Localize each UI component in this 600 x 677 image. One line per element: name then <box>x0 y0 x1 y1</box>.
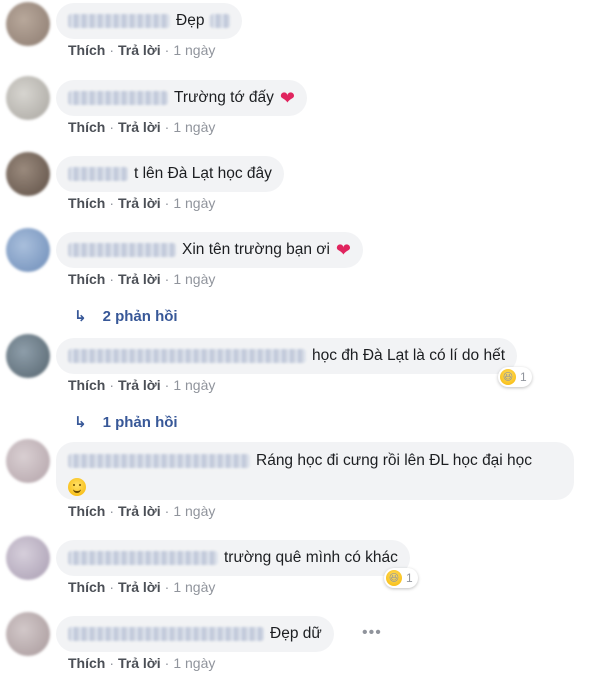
blurred-author-name[interactable] <box>68 243 176 257</box>
comment-bubble: Đẹp <box>56 3 243 39</box>
avatar[interactable] <box>6 536 50 580</box>
comment-text: trường quê mình có khác <box>224 549 398 566</box>
blurred-author-name[interactable] <box>68 91 168 105</box>
view-replies-link[interactable]: ↳ 1 phản hồi <box>74 413 178 431</box>
reply-link[interactable]: Trả lời <box>118 271 161 287</box>
timestamp[interactable]: 1 ngày <box>173 119 215 135</box>
avatar[interactable] <box>6 334 50 378</box>
reply-arrow-icon: ↳ <box>74 308 87 325</box>
reply-link[interactable]: Trả lời <box>118 42 161 58</box>
avatar[interactable] <box>6 228 50 272</box>
blurred-author-name[interactable] <box>68 349 306 363</box>
avatar[interactable] <box>6 152 50 196</box>
blurred-author-name[interactable] <box>68 167 128 181</box>
comment-text: Đẹp <box>176 12 205 29</box>
comment-bubble: Đẹp dữ <box>56 616 334 652</box>
view-replies-link[interactable]: ↳ 2 phản hồi <box>74 307 178 325</box>
like-link[interactable]: Thích <box>68 377 105 393</box>
avatar[interactable] <box>6 76 50 120</box>
like-link[interactable]: Thích <box>68 579 105 595</box>
reaction-summary[interactable]: 😆 1 <box>384 568 418 588</box>
comment-actions: Thích · Trả lời · 1 ngày <box>68 579 216 595</box>
reaction-summary[interactable]: 😆 1 <box>498 367 532 387</box>
like-link[interactable]: Thích <box>68 119 105 135</box>
like-link[interactable]: Thích <box>68 42 105 58</box>
like-link[interactable]: Thích <box>68 503 105 519</box>
timestamp[interactable]: 1 ngày <box>173 195 215 211</box>
reply-link[interactable]: Trả lời <box>118 503 161 519</box>
reply-link[interactable]: Trả lời <box>118 377 161 393</box>
timestamp[interactable]: 1 ngày <box>173 377 215 393</box>
more-options-icon[interactable]: ••• <box>362 624 382 642</box>
avatar[interactable] <box>6 612 50 656</box>
avatar[interactable] <box>6 2 50 46</box>
smile-emoji-icon <box>68 478 86 496</box>
blurred-text <box>210 14 231 28</box>
comment-text: Đẹp dữ <box>270 625 322 642</box>
comment-actions: Thích · Trả lời · 1 ngày <box>68 271 216 287</box>
comment-actions: Thích · Trả lời · 1 ngày <box>68 42 216 58</box>
timestamp[interactable]: 1 ngày <box>173 579 215 595</box>
comment-bubble: Xin tên trường bạn ơi ❤ <box>56 232 363 268</box>
comment-actions: Thích · Trả lời · 1 ngày <box>68 655 216 671</box>
like-link[interactable]: Thích <box>68 655 105 671</box>
comment-text: t lên Đà Lạt học đây <box>134 165 272 182</box>
comment-text: Xin tên trường bạn ơi <box>182 241 330 258</box>
heart-icon: ❤ <box>279 87 296 108</box>
blurred-author-name[interactable] <box>68 551 218 565</box>
blurred-author-name[interactable] <box>68 14 170 28</box>
reply-link[interactable]: Trả lời <box>118 195 161 211</box>
comment-actions: Thích · Trả lời · 1 ngày <box>68 195 216 211</box>
reply-link[interactable]: Trả lời <box>118 579 161 595</box>
reply-link[interactable]: Trả lời <box>118 119 161 135</box>
blurred-author-name[interactable] <box>68 627 264 641</box>
comment-actions: Thích · Trả lời · 1 ngày <box>68 119 216 135</box>
avatar[interactable] <box>6 439 50 483</box>
blurred-author-name[interactable] <box>68 454 250 468</box>
comment-bubble: Trường tớ đấy ❤ <box>56 80 308 116</box>
comment-bubble: học đh Đà Lạt là có lí do hết <box>56 338 518 374</box>
comment-bubble: trường quê mình có khác <box>56 540 410 576</box>
reply-link[interactable]: Trả lời <box>118 655 161 671</box>
comment-text: học đh Đà Lạt là có lí do hết <box>312 347 506 364</box>
comment-bubble: Ráng học đi cưng rồi lên ĐL học đại học <box>56 442 574 500</box>
comment-text: Trường tớ đấy <box>174 89 274 106</box>
comment-actions: Thích · Trả lời · 1 ngày <box>68 377 216 393</box>
laugh-emoji-icon: 😆 <box>500 369 516 385</box>
like-link[interactable]: Thích <box>68 195 105 211</box>
like-link[interactable]: Thích <box>68 271 105 287</box>
timestamp[interactable]: 1 ngày <box>173 655 215 671</box>
comment-actions: Thích · Trả lời · 1 ngày <box>68 503 216 519</box>
comment-text: Ráng học đi cưng rồi lên ĐL học đại học <box>256 452 533 469</box>
timestamp[interactable]: 1 ngày <box>173 271 215 287</box>
laugh-emoji-icon: 😆 <box>386 570 402 586</box>
heart-icon: ❤ <box>335 239 351 260</box>
timestamp[interactable]: 1 ngày <box>173 42 215 58</box>
comment-bubble: t lên Đà Lạt học đây <box>56 156 284 192</box>
timestamp[interactable]: 1 ngày <box>173 503 215 519</box>
reply-arrow-icon: ↳ <box>74 414 87 431</box>
